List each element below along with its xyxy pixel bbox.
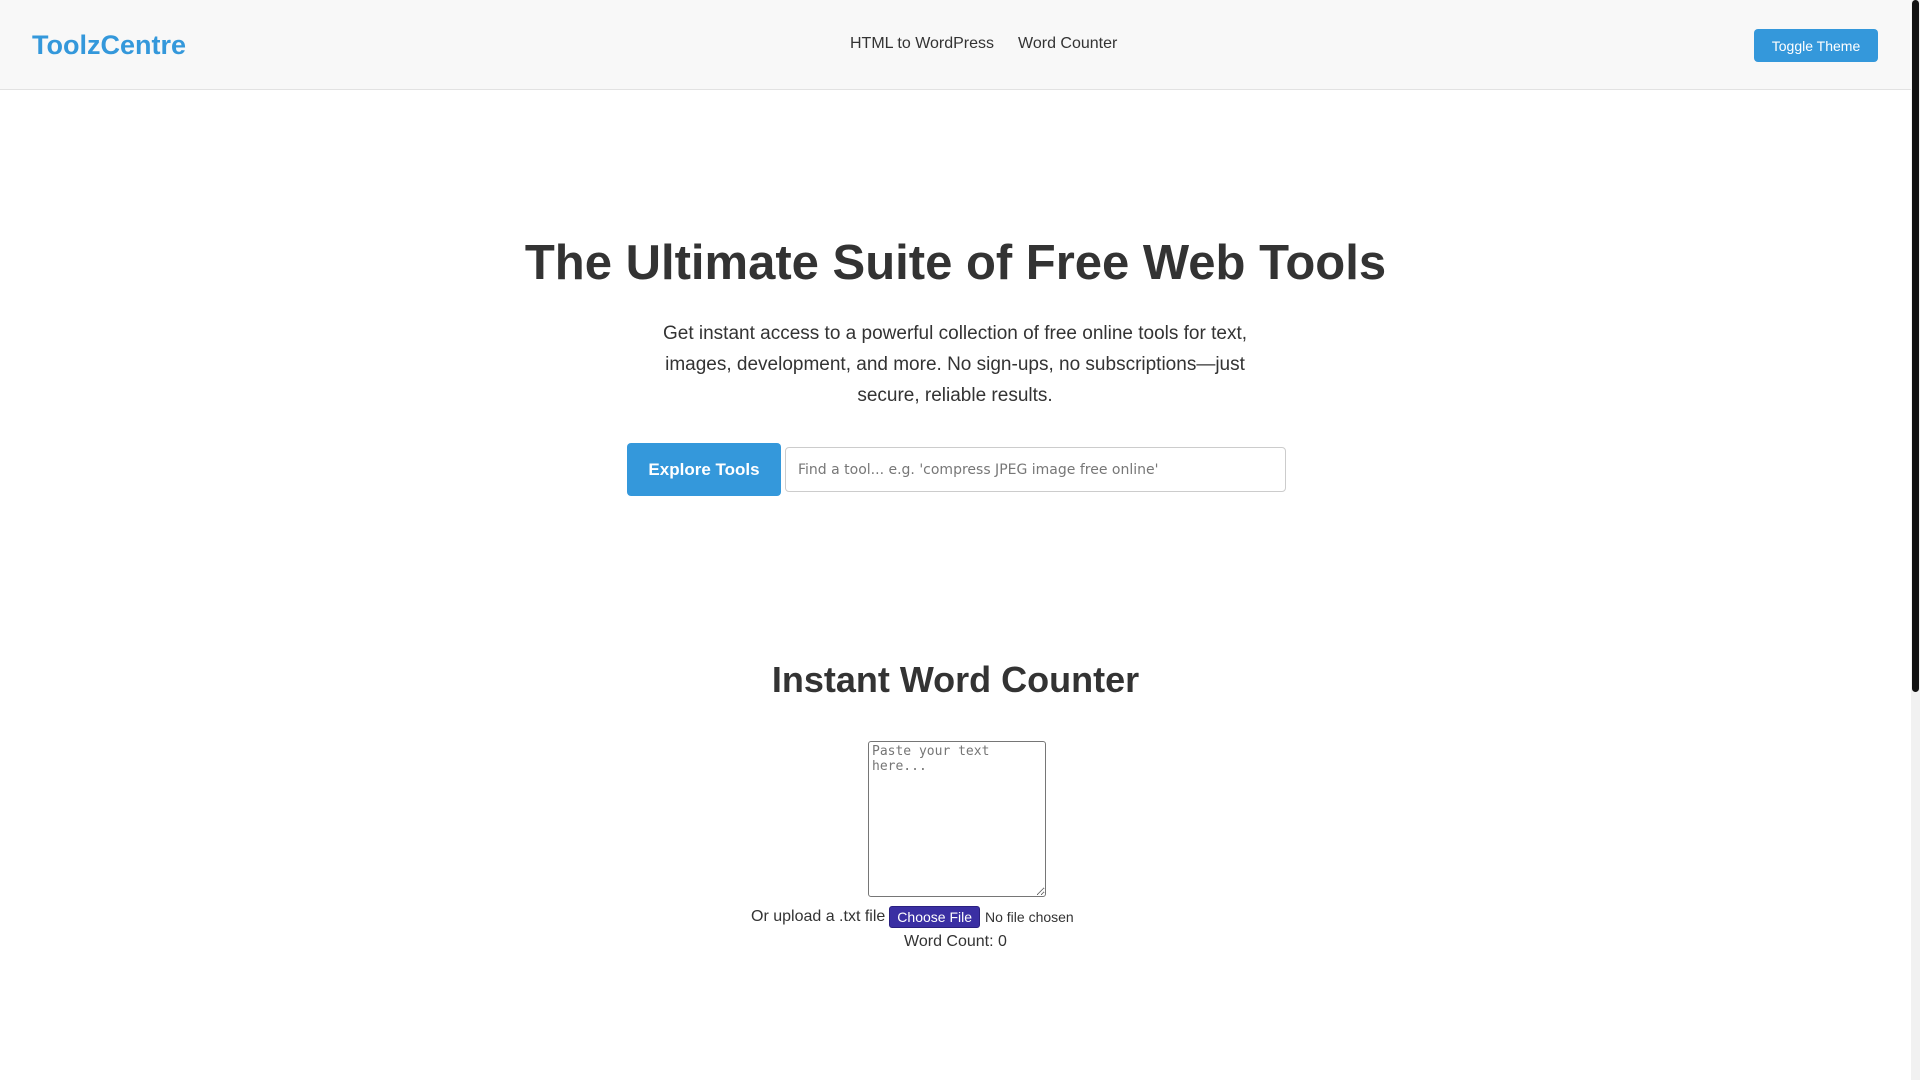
toggle-theme-button[interactable]: Toggle Theme (1754, 29, 1878, 62)
word-count-value: 0 (998, 933, 1007, 950)
upload-row: Or upload a .txt file Choose File No fil… (751, 906, 1074, 928)
nav-link-word-counter[interactable]: Word Counter (1018, 33, 1117, 55)
hero-title: The Ultimate Suite of Free Web Tools (524, 236, 1387, 290)
word-count-label: Word Count: (904, 933, 994, 950)
choose-file-button[interactable]: Choose File (889, 906, 980, 928)
tool-search-input[interactable] (785, 447, 1286, 492)
hero-description: Get instant access to a powerful collect… (662, 323, 1248, 406)
word-counter-title: Instant Word Counter (771, 659, 1140, 700)
main-nav: HTML to WordPress Word Counter (850, 33, 1117, 55)
explore-tools-button[interactable]: Explore Tools (627, 443, 781, 496)
word-count-display: Word Count: 0 (0, 931, 1911, 953)
site-header: ToolzCentre HTML to WordPress Word Count… (0, 0, 1911, 90)
hero-actions: Explore Tools (627, 443, 1286, 496)
file-status-text: No file chosen (985, 909, 1074, 925)
nav-link-html-to-wordpress[interactable]: HTML to WordPress (850, 33, 994, 55)
brand-logo-link[interactable]: ToolzCentre (32, 28, 186, 62)
word-counter-textarea[interactable] (868, 741, 1046, 897)
page: ToolzCentre HTML to WordPress Word Count… (0, 0, 1920, 1080)
upload-label: Or upload a .txt file (751, 908, 886, 925)
scrollbar-thumb[interactable] (1912, 0, 1919, 692)
